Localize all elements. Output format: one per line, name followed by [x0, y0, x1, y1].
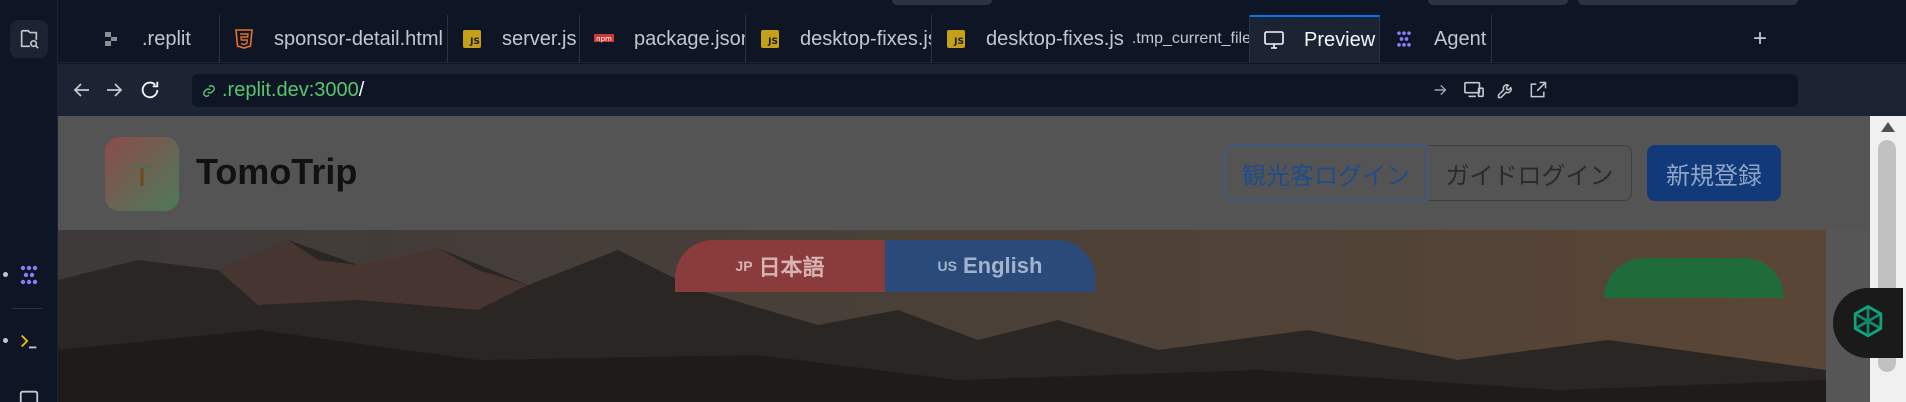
tab-sublabel: .tmp_current_files/ — [1131, 30, 1249, 47]
shell-rail-button[interactable] — [10, 322, 48, 360]
reload-icon — [141, 81, 159, 99]
editor-tab-bar: .replit sponsor-detail.html JS server.js… — [58, 0, 1906, 63]
js-icon: JS — [946, 29, 966, 49]
tab-agent[interactable]: Agent — [1380, 15, 1492, 63]
us-flag-icon: US — [937, 258, 957, 274]
forward-button[interactable] — [102, 78, 126, 102]
agent-rail-button[interactable] — [10, 256, 48, 294]
tab-label: desktop-fixes.js — [986, 27, 1124, 50]
arrow-right-icon — [1434, 84, 1447, 96]
devices-button[interactable] — [1462, 78, 1486, 102]
palm-tree-icon — [132, 164, 152, 186]
tab-label: package.json — [634, 27, 746, 50]
url-host: .replit.dev:3000 — [222, 79, 359, 101]
tab-label: .replit — [142, 27, 191, 50]
openai-icon — [1853, 305, 1883, 338]
terminal-icon — [21, 334, 37, 349]
guide-login-button[interactable]: ガイドログイン — [1428, 145, 1632, 201]
hero-action-button[interactable] — [1604, 258, 1784, 298]
arrow-right-icon — [107, 83, 123, 97]
tab-replit[interactable]: .replit — [88, 15, 220, 63]
url-path: / — [358, 79, 365, 101]
language-label: 日本語 — [758, 255, 825, 280]
link-icon — [202, 84, 216, 98]
npm-icon: npm — [594, 29, 614, 49]
agent-icon — [1394, 29, 1414, 49]
window-icon — [19, 390, 39, 402]
tourist-login-button[interactable]: 観光客ログイン — [1224, 145, 1428, 201]
preview-scrollbar[interactable] — [1870, 116, 1906, 402]
scroll-up-arrow-icon[interactable] — [1881, 122, 1895, 132]
external-link-icon — [1530, 81, 1547, 98]
tab-label: Agent — [1434, 27, 1487, 50]
js-icon: JS — [462, 29, 482, 49]
files-panel-button[interactable] — [10, 20, 48, 58]
tab-label: desktop-fixes.js — [800, 27, 932, 50]
agent-rail-indicator — [3, 272, 8, 277]
window-chip — [1578, 0, 1798, 5]
plus-icon: + — [1752, 25, 1767, 52]
site-header: TomoTrip 観光客ログイン ガイドログイン 新規登録 — [58, 116, 1870, 230]
replit-workspace: .replit sponsor-detail.html JS server.js… — [0, 0, 1906, 402]
tab-desktop-fixes[interactable]: JS desktop-fixes.js — [746, 15, 932, 63]
language-label: English — [963, 253, 1043, 278]
back-button[interactable] — [70, 78, 94, 102]
open-new-window-button[interactable] — [1526, 78, 1550, 102]
svg-text:npm: npm — [596, 35, 612, 43]
language-english-button[interactable]: US English — [885, 240, 1095, 292]
site-logo[interactable] — [105, 137, 179, 211]
tab-package-json[interactable]: npm package.json — [580, 15, 746, 63]
url-input[interactable]: .replit.dev:3000 / — [192, 74, 1798, 107]
devtools-button[interactable] — [1494, 78, 1518, 102]
console-rail-button[interactable] — [10, 380, 48, 402]
devices-icon — [1464, 81, 1484, 98]
preview-address-bar: .replit.dev:3000 / — [58, 64, 1906, 116]
tab-label: Preview — [1304, 28, 1376, 51]
language-japanese-button[interactable]: JP 日本語 — [675, 240, 885, 292]
html5-icon — [234, 29, 254, 49]
site-brand[interactable]: TomoTrip — [196, 151, 357, 193]
rail-divider — [12, 308, 42, 309]
tab-label: sponsor-detail.html — [274, 27, 443, 50]
new-tab-button[interactable]: + — [1735, 15, 1785, 63]
monitor-icon — [1264, 30, 1284, 50]
arrow-left-icon — [73, 83, 89, 97]
tab-label: server.js — [502, 27, 577, 50]
tab-preview[interactable]: Preview — [1250, 15, 1380, 63]
signup-button[interactable]: 新規登録 — [1647, 145, 1781, 201]
jp-flag-icon: JP — [735, 258, 753, 274]
window-chip — [1428, 0, 1568, 5]
file-search-icon — [20, 29, 39, 49]
replit-config-icon — [102, 29, 122, 49]
tab-server-js[interactable]: JS server.js — [448, 15, 580, 63]
tab-desktop-fixes-tmp[interactable]: JS desktop-fixes.js .tmp_current_files/ — [932, 15, 1250, 63]
reload-button[interactable] — [138, 78, 162, 102]
js-icon: JS — [760, 29, 780, 49]
agent-icon — [20, 265, 38, 285]
shell-rail-indicator — [3, 338, 8, 343]
activity-rail — [0, 0, 58, 402]
window-chip — [892, 0, 992, 5]
tab-sponsor-detail[interactable]: sponsor-detail.html — [220, 15, 448, 63]
wrench-icon — [1497, 84, 1512, 99]
ai-assistant-button[interactable] — [1833, 288, 1903, 358]
go-button[interactable] — [1428, 78, 1452, 102]
